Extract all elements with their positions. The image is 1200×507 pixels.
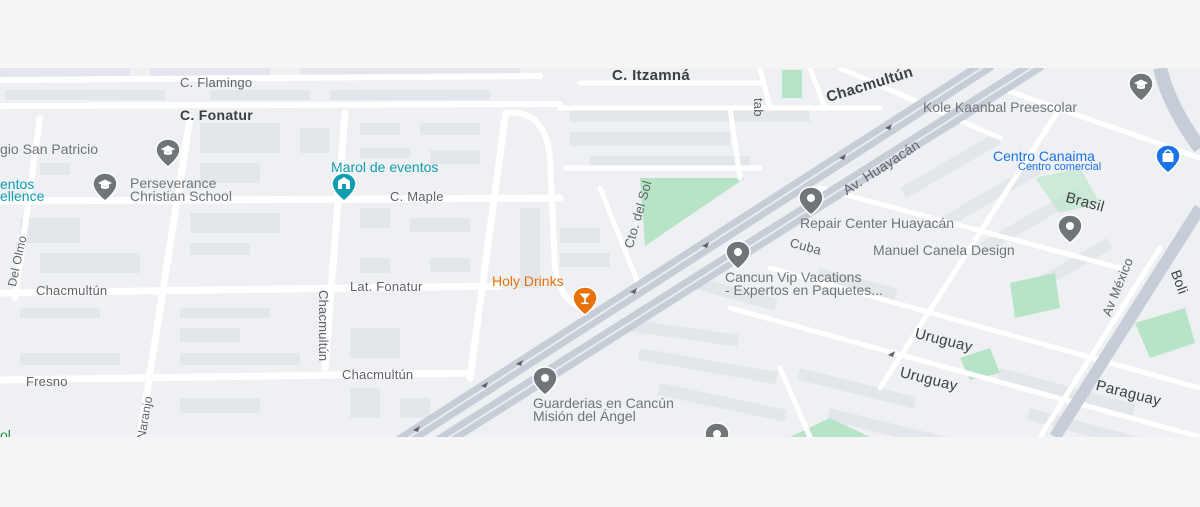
place-pin-icon[interactable] xyxy=(725,240,751,270)
place-label-holy-drinks[interactable]: Holy Drinks xyxy=(492,274,564,288)
street-label-c-flamingo: C. Flamingo xyxy=(180,75,253,90)
place-label-ellence-partial[interactable]: ellence xyxy=(0,189,44,203)
map-base-layer xyxy=(0,68,1200,437)
school-icon[interactable] xyxy=(155,138,181,168)
map-view[interactable]: C. Flamingo C. Itzamná C. Fonatur Chacmu… xyxy=(0,68,1200,437)
place-pin-icon[interactable] xyxy=(1057,214,1083,244)
place-label-centro-comercial: Centro comercial xyxy=(1018,161,1102,173)
place-pin-icon[interactable] xyxy=(532,366,558,396)
place-label-ol-partial[interactable]: ol xyxy=(0,428,11,437)
place-label-repair-center[interactable]: Repair Center Huayacán xyxy=(800,216,954,231)
street-label-c-itzamna: C. Itzamná xyxy=(612,68,691,84)
street-label-lat-fonatur: Lat. Fonatur xyxy=(350,279,423,294)
place-label-manuel-canela[interactable]: Manuel Canela Design xyxy=(873,243,1015,258)
place-label-san-patricio[interactable]: gio San Patricio xyxy=(0,142,98,157)
event-venue-icon[interactable] xyxy=(331,172,357,202)
street-label-fresno: Fresno xyxy=(26,374,68,389)
street-label-c-fonatur: C. Fonatur xyxy=(180,107,253,123)
place-label-guarderias-line2[interactable]: Misión del Ángel xyxy=(533,409,636,424)
shopping-bag-icon[interactable] xyxy=(1155,144,1181,174)
school-icon[interactable] xyxy=(1128,72,1154,102)
place-pin-icon[interactable] xyxy=(704,422,730,437)
street-label-c-maple: C. Maple xyxy=(390,189,444,204)
street-label-chacmultun-bottom: Chacmultún xyxy=(342,367,414,382)
street-label-chacmultun-vertical: Chacmultún xyxy=(316,290,331,362)
place-label-cancun-vip-line2[interactable]: - Expertos en Paquetes... xyxy=(725,283,883,298)
place-pin-icon[interactable] xyxy=(798,186,824,216)
cocktail-icon[interactable] xyxy=(572,286,598,316)
school-icon[interactable] xyxy=(92,172,118,202)
place-label-perseverance-line2[interactable]: Christian School xyxy=(130,189,232,204)
place-label-kole-kaanbal[interactable]: Kole Kaanbal Preescolar xyxy=(923,100,1077,115)
street-label-tab-partial: tab xyxy=(751,98,766,117)
street-label-chacmultun-left: Chacmultún xyxy=(36,283,108,298)
